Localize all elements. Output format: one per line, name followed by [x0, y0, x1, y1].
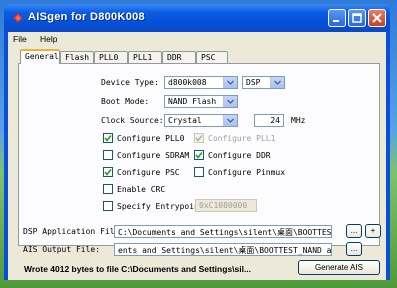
configure-sdram-checkbox[interactable] [103, 150, 113, 160]
check-icon [104, 135, 112, 142]
device-type-label: Device Type: [101, 78, 159, 87]
title-bar[interactable]: AISgen for D800K008 [4, 4, 390, 32]
menu-help[interactable]: Help [40, 34, 57, 44]
dsp-file-label: DSP Application File [23, 227, 120, 236]
boot-mode-value: NAND Flash [168, 97, 217, 106]
configure-pll1-label: Configure PLL1 [208, 134, 276, 143]
window-title: AISgen for D800K008 [28, 11, 145, 23]
dsp-file-input[interactable]: C:\Documents and Settings\silent\桌面\BOOT… [114, 225, 332, 238]
minimize-icon [333, 20, 339, 22]
tab-pll1[interactable]: PLL1 [128, 51, 162, 63]
minimize-button[interactable] [328, 9, 346, 27]
close-button[interactable] [368, 9, 386, 27]
menu-bar: File Help [8, 32, 386, 46]
tab-flash[interactable]: Flash [60, 51, 94, 63]
device-core-value: DSP [246, 78, 261, 87]
boot-mode-label: Boot Mode: [101, 97, 150, 106]
configure-ddr-checkbox[interactable] [194, 150, 204, 160]
configure-psc-checkbox[interactable] [103, 167, 113, 177]
chevron-down-icon [223, 77, 237, 88]
ais-file-label: AIS Output File: [23, 245, 101, 254]
client-area: File Help General Flash PLL0 PLL1 DDR PS… [8, 32, 386, 280]
device-type-value: d800k008 [168, 78, 207, 87]
clock-source-select[interactable]: Crystal [164, 114, 238, 127]
boot-mode-select[interactable]: NAND Flash [164, 95, 238, 108]
ais-file-input[interactable]: ents and Settings\silent\桌面\BOOTTEST_NAN… [114, 243, 332, 256]
dsp-browse-button[interactable]: ... [346, 224, 362, 238]
tab-psc[interactable]: PSC [196, 51, 228, 63]
configure-pll0-label: Configure PLL0 [117, 134, 185, 143]
maximize-icon [352, 13, 362, 23]
generate-ais-button[interactable]: Generate AIS [298, 260, 380, 275]
main-window: AISgen for D800K008 File Help General Fl… [4, 4, 390, 280]
app-icon [13, 13, 23, 23]
chevron-down-icon [223, 96, 237, 107]
specify-entrypoint-label: Specify Entrypoin [117, 202, 199, 211]
clock-source-label: Clock Source: [101, 116, 164, 125]
close-icon [372, 13, 382, 23]
chevron-down-icon [270, 77, 284, 88]
enable-crc-checkbox[interactable] [103, 184, 113, 194]
configure-ddr-label: Configure DDR [208, 151, 271, 160]
tab-pll0[interactable]: PLL0 [94, 51, 128, 63]
device-core-select[interactable]: DSP [242, 76, 285, 89]
check-icon [195, 152, 203, 159]
clock-freq-input[interactable]: 24 [254, 114, 284, 127]
enable-crc-label: Enable CRC [117, 185, 166, 194]
ais-browse-button[interactable]: ... [346, 242, 362, 256]
device-type-select[interactable]: d800k008 [164, 76, 238, 89]
configure-pinmux-checkbox[interactable] [194, 167, 204, 177]
clock-unit-label: MHz [291, 116, 306, 125]
general-panel: Device Type: d800k008 DSP Boot Mode: NAN… [18, 63, 380, 246]
status-text: Wrote 4012 bytes to file C:\Documents an… [24, 264, 252, 274]
specify-entrypoint-checkbox[interactable] [103, 201, 113, 211]
menu-file[interactable]: File [13, 34, 27, 44]
configure-pll1-checkbox[interactable] [194, 133, 204, 143]
maximize-button[interactable] [348, 9, 366, 27]
configure-pll0-checkbox[interactable] [103, 133, 113, 143]
check-icon [104, 169, 112, 176]
entrypoint-input[interactable]: 0xC1080000 [195, 199, 257, 212]
chevron-down-icon [223, 115, 237, 126]
add-file-button[interactable]: + [365, 224, 381, 238]
check-icon [195, 135, 203, 142]
tab-general[interactable]: General [20, 49, 60, 64]
configure-pinmux-label: Configure Pinmux [208, 168, 286, 177]
clock-source-value: Crystal [168, 116, 202, 125]
tab-ddr[interactable]: DDR [162, 51, 196, 63]
configure-psc-label: Configure PSC [117, 168, 180, 177]
configure-sdram-label: Configure SDRAM [117, 151, 190, 160]
